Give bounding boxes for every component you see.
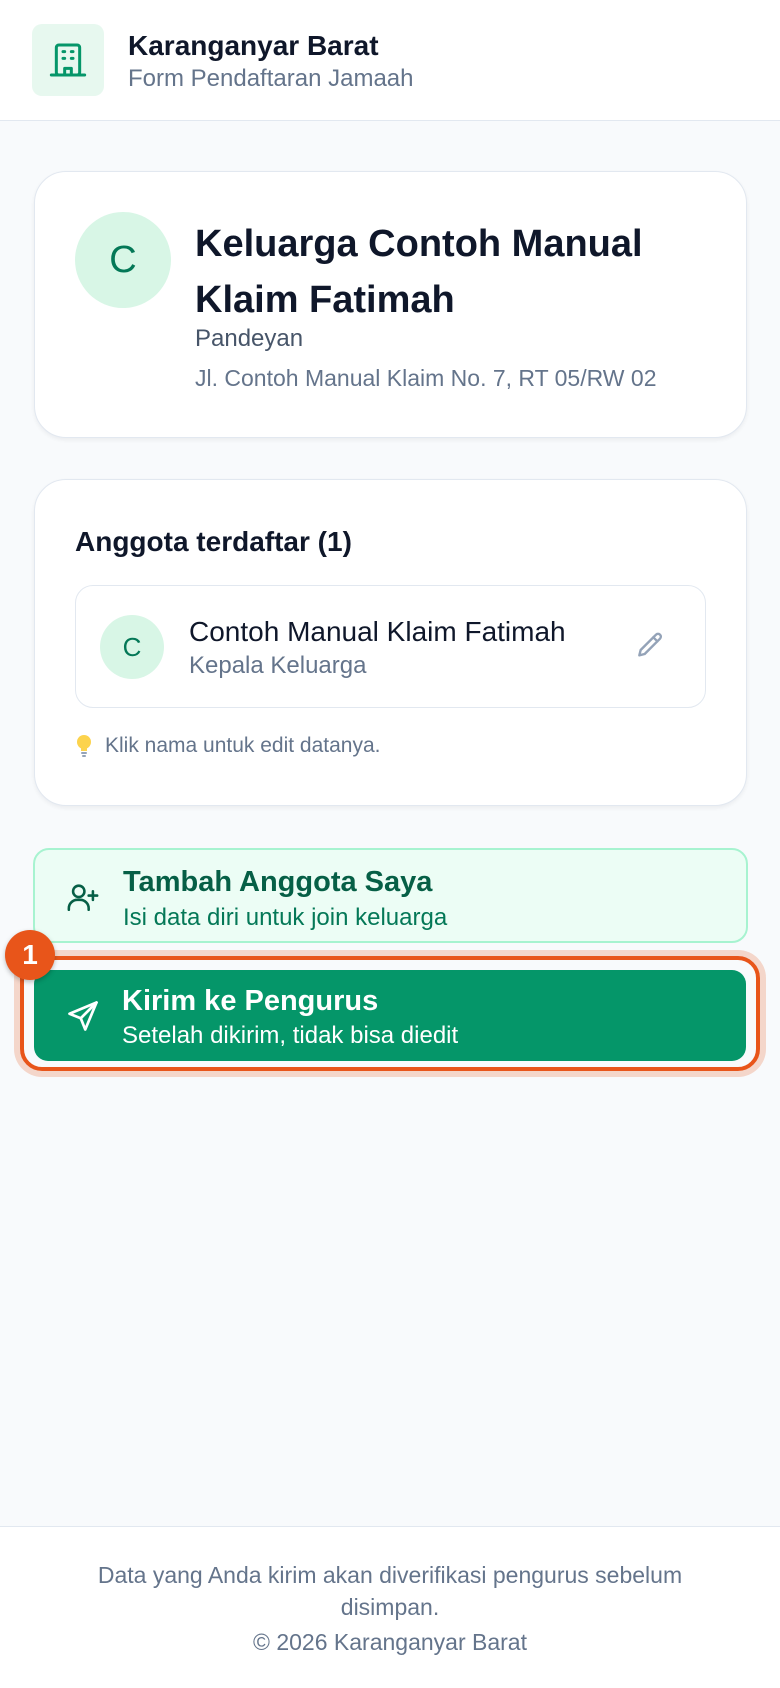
family-address: Jl. Contoh Manual Klaim No. 7, RT 05/RW … bbox=[195, 365, 657, 391]
app-title: Karanganyar Barat bbox=[128, 30, 379, 61]
family-avatar: C bbox=[75, 212, 171, 308]
footer-note: Data yang Anda kirim akan diverifikasi p… bbox=[97, 1562, 683, 1620]
app-subtitle: Form Pendaftaran Jamaah bbox=[128, 65, 414, 92]
send-sub: Setelah dikirim, tidak bisa diedit bbox=[122, 1022, 459, 1049]
add-member-sub: Isi data diri untuk join keluarga bbox=[123, 904, 448, 931]
member-name[interactable]: Contoh Manual Klaim Fatimah bbox=[189, 616, 566, 648]
family-name: Keluarga Contoh Manual Klaim Fatimah bbox=[195, 223, 643, 321]
edit-hint: Klik nama untuk edit datanya. bbox=[75, 734, 381, 758]
user-plus-icon bbox=[66, 880, 100, 914]
member-role: Kepala Keluarga bbox=[189, 652, 367, 679]
add-member-label: Tambah Anggota Saya bbox=[123, 866, 433, 898]
lightbulb-icon bbox=[75, 734, 93, 758]
family-card: C Keluarga Contoh Manual Klaim Fatimah P… bbox=[34, 171, 747, 438]
member-item[interactable]: C Contoh Manual Klaim Fatimah Kepala Kel… bbox=[75, 585, 706, 708]
footer: Data yang Anda kirim akan diverifikasi p… bbox=[0, 1526, 780, 1688]
family-area: Pandeyan bbox=[195, 325, 304, 352]
send-icon bbox=[65, 998, 101, 1034]
pencil-icon[interactable] bbox=[634, 630, 666, 662]
add-member-button[interactable]: Tambah Anggota Saya Isi data diri untuk … bbox=[33, 848, 748, 943]
members-title: Anggota terdaftar (1) bbox=[75, 526, 352, 557]
send-label: Kirim ke Pengurus bbox=[122, 985, 379, 1017]
highlight-badge: 1 bbox=[5, 930, 55, 980]
building-icon bbox=[32, 24, 104, 96]
edit-hint-text: Klik nama untuk edit datanya. bbox=[105, 734, 381, 757]
members-card: Anggota terdaftar (1) C Contoh Manual Kl… bbox=[34, 479, 747, 806]
footer-copyright: © 2026 Karanganyar Barat bbox=[253, 1629, 527, 1655]
app-header: Karanganyar Barat Form Pendaftaran Jamaa… bbox=[0, 0, 780, 121]
send-to-admin-button[interactable]: Kirim ke Pengurus Setelah dikirim, tidak… bbox=[34, 970, 746, 1061]
member-avatar: C bbox=[100, 615, 164, 679]
